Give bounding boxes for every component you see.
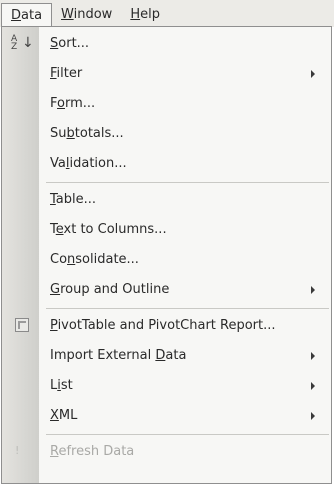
menu-item-label: Validation... — [50, 156, 127, 171]
menu-item-label: Text to Columns... — [50, 222, 167, 237]
menu-item-import-external-data[interactable]: Import External Data — [2, 341, 331, 370]
pivottable-icon — [15, 318, 29, 332]
menu-help[interactable]: Help — [121, 3, 169, 27]
menu-item-label: Consolidate... — [50, 252, 139, 267]
menu-item-label: Subtotals... — [50, 126, 124, 141]
menu-window-label-rest: indow — [73, 7, 113, 22]
menu-item-label: Sort... — [50, 36, 90, 51]
sort-ascending-icon: A Z ↓ — [11, 34, 34, 52]
menu-separator — [46, 308, 329, 309]
menu-item-label: Refresh Data — [50, 444, 135, 459]
menu-item-group-and-outline[interactable]: Group and Outline — [2, 275, 331, 304]
submenu-arrow-icon — [311, 382, 315, 390]
menu-item-form[interactable]: Form... — [2, 89, 331, 118]
menu-window-mnemonic: W — [61, 7, 74, 22]
menu-separator — [46, 182, 329, 183]
submenu-arrow-icon — [311, 352, 315, 360]
menu-item-text-to-columns[interactable]: Text to Columns... — [2, 215, 331, 244]
menu-item-label: Group and Outline — [50, 282, 170, 297]
submenu-arrow-icon — [311, 412, 315, 420]
menu-item-list[interactable]: List — [2, 371, 331, 400]
menu-item-pivottable-report[interactable]: PivotTable and PivotChart Report... — [2, 311, 331, 340]
menu-item-table[interactable]: Table... — [2, 185, 331, 214]
menu-item-validation[interactable]: Validation... — [2, 149, 331, 178]
menu-item-label: PivotTable and PivotChart Report... — [50, 318, 276, 333]
menu-item-refresh-data[interactable]: ! Refresh Data — [2, 437, 331, 466]
menu-data-mnemonic: D — [11, 8, 22, 23]
menu-help-mnemonic: H — [130, 7, 141, 22]
menu-item-label: List — [50, 378, 73, 393]
menu-item-filter[interactable]: Filter — [2, 59, 331, 88]
menu-item-label: XML — [50, 408, 78, 423]
menu-item-label: Import External Data — [50, 348, 187, 363]
menu-item-consolidate[interactable]: Consolidate... — [2, 245, 331, 274]
submenu-arrow-icon — [311, 70, 315, 78]
menu-item-label: Table... — [50, 192, 97, 207]
menu-item-subtotals[interactable]: Subtotals... — [2, 119, 331, 148]
menu-item-xml[interactable]: XML — [2, 401, 331, 430]
menu-item-sort[interactable]: A Z ↓ Sort... — [2, 29, 331, 58]
submenu-arrow-icon — [311, 286, 315, 294]
refresh-icon: ! — [15, 444, 20, 457]
menu-bar: Data Window Help — [0, 0, 334, 27]
menu-separator — [46, 434, 329, 435]
menu-item-label: Filter — [50, 66, 83, 81]
menu-help-label-rest: elp — [140, 7, 160, 22]
menu-window[interactable]: Window — [52, 3, 121, 27]
data-dropdown-menu: A Z ↓ Sort... Filter Form... Subtotals... … — [1, 26, 332, 484]
menu-data[interactable]: Data — [1, 3, 53, 27]
menu-data-label-rest: ata — [21, 8, 43, 23]
menu-item-label: Form... — [50, 96, 96, 111]
